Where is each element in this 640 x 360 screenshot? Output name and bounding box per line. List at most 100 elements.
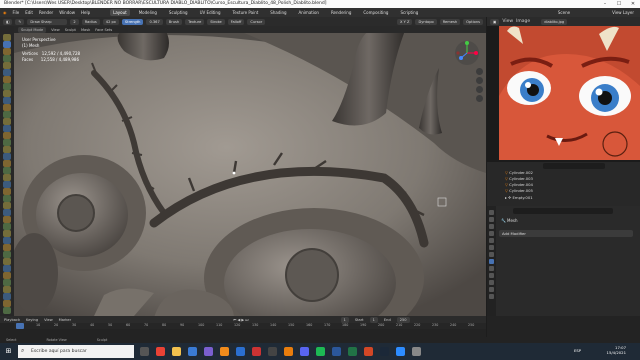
steam-icon[interactable] (380, 347, 389, 356)
minimize-icon[interactable]: – (598, 0, 612, 8)
add-modifier-button[interactable]: Add Modifier (499, 230, 633, 237)
menu-mask[interactable]: Mask (81, 28, 90, 32)
playback-menu[interactable]: Playback (4, 318, 20, 322)
workspace-tab-sculpting[interactable]: Sculpting (166, 9, 191, 16)
image-view-menu[interactable]: View (502, 19, 513, 24)
mesh-filter-icon[interactable] (3, 265, 11, 272)
close-icon[interactable]: ✕ (626, 0, 640, 8)
vlc-icon[interactable] (220, 347, 229, 356)
grab-brush-icon[interactable] (3, 139, 11, 146)
radius-field[interactable]: 42 px (102, 18, 119, 25)
language-indicator[interactable]: ESP (574, 348, 581, 353)
outliner-row[interactable]: ▽ Cylinder.005 (487, 188, 640, 194)
zoom-icon[interactable] (396, 347, 405, 356)
photoshop-icon[interactable] (236, 347, 245, 356)
windows-start-icon[interactable]: ⊞ (4, 347, 13, 356)
mail-icon[interactable] (188, 347, 197, 356)
physics-icon[interactable] (489, 273, 494, 278)
menu-view[interactable]: View (51, 28, 60, 32)
mode-selector[interactable]: Sculpt Mode (18, 26, 47, 33)
blender-logo-icon[interactable]: ◉ (3, 10, 7, 15)
maximize-icon[interactable]: ☐ (612, 0, 626, 8)
task-view-icon[interactable] (140, 347, 149, 356)
view-layer-icon[interactable] (489, 231, 494, 236)
world-props-icon[interactable] (489, 245, 494, 250)
modifier-props-icon[interactable] (489, 259, 494, 264)
powerpoint-icon[interactable] (364, 347, 373, 356)
workspace-tab-scripting[interactable]: Scripting (397, 9, 421, 16)
brush-count[interactable]: 2 (70, 18, 79, 25)
texture-menu[interactable]: Texture (185, 18, 205, 25)
viewport-3d[interactable] (14, 33, 486, 316)
image-filename[interactable]: diablito.jpg (541, 18, 568, 25)
workspace-tab-shading[interactable]: Shading (267, 9, 289, 16)
media-player-icon[interactable] (252, 347, 261, 356)
symmetry-xyz[interactable]: X Y Z (397, 18, 413, 25)
menu-file[interactable]: File (13, 10, 20, 15)
boundary-brush-icon[interactable] (3, 195, 11, 202)
cursor-menu[interactable]: Cursor (247, 18, 266, 25)
mask-by-color-icon[interactable] (3, 293, 11, 300)
tool-settings-icon[interactable] (489, 210, 494, 215)
word-icon[interactable] (332, 347, 341, 356)
grid-icon[interactable] (476, 95, 483, 102)
remesh-menu[interactable]: Remesh (439, 18, 461, 25)
menu-edit[interactable]: Edit (25, 10, 33, 15)
clay-brush-icon[interactable] (3, 48, 11, 55)
excel-icon[interactable] (348, 347, 357, 356)
data-props-icon[interactable] (489, 287, 494, 292)
flatten-brush-icon[interactable] (3, 104, 11, 111)
discord-icon[interactable] (300, 347, 309, 356)
simplify-brush-icon[interactable] (3, 209, 11, 216)
blender-icon[interactable] (284, 347, 293, 356)
annotate-icon[interactable] (3, 307, 11, 314)
crease-brush-icon[interactable] (3, 90, 11, 97)
marker-menu[interactable]: Marker (59, 318, 71, 322)
box-hide-icon[interactable] (3, 237, 11, 244)
line-project-icon[interactable] (3, 258, 11, 265)
clay-strips-icon[interactable] (3, 55, 11, 62)
end-frame-field[interactable]: 250 (396, 316, 410, 323)
navigation-gizmo[interactable] (454, 40, 480, 66)
strength-field[interactable]: 0.367 (146, 18, 163, 25)
zoom-icon[interactable] (476, 68, 483, 75)
properties-search-input[interactable] (513, 208, 613, 214)
constraints-icon[interactable] (489, 280, 494, 285)
keying-menu[interactable]: Keying (26, 318, 38, 322)
sculpt-tool-icon[interactable]: ✎ (15, 18, 25, 25)
workspace-tab-animation[interactable]: Animation (296, 9, 322, 16)
camera-icon[interactable] (476, 86, 483, 93)
scrape-brush-icon[interactable] (3, 118, 11, 125)
obs-icon[interactable] (268, 347, 277, 356)
brush-selector[interactable]: Draw Sharp (27, 18, 68, 25)
material-props-icon[interactable] (489, 294, 494, 299)
object-props-icon[interactable] (489, 252, 494, 257)
workspace-tab-rendering[interactable]: Rendering (328, 9, 354, 16)
menu-window[interactable]: Window (59, 10, 75, 15)
settings-icon[interactable] (412, 347, 421, 356)
dyntopo-menu[interactable]: Dyntopo (415, 18, 437, 25)
spotify-icon[interactable] (316, 347, 325, 356)
pinch-brush-icon[interactable] (3, 132, 11, 139)
editor-type-icon[interactable]: ◧ (3, 18, 13, 25)
current-frame-field[interactable]: 1 (340, 316, 349, 323)
file-explorer-icon[interactable] (172, 347, 181, 356)
workspace-tab-compositing[interactable]: Compositing (360, 9, 391, 16)
menu-render[interactable]: Render (39, 10, 53, 15)
outliner-row[interactable]: ▸ ✣ Empty.001 (487, 195, 640, 201)
scene-props-icon[interactable] (489, 238, 494, 243)
box-mask-icon[interactable] (3, 230, 11, 237)
particles-icon[interactable] (489, 266, 494, 271)
play-controls[interactable]: ⏮ ◀ ▶ ⏭ (233, 318, 248, 322)
image-menu[interactable]: Image (516, 19, 530, 24)
rotate-brush-icon[interactable] (3, 181, 11, 188)
pose-brush-icon[interactable] (3, 167, 11, 174)
menu-help[interactable]: Help (81, 10, 90, 15)
blob-brush-icon[interactable] (3, 83, 11, 90)
elastic-deform-icon[interactable] (3, 146, 11, 153)
fill-brush-icon[interactable] (3, 111, 11, 118)
outliner-search-input[interactable] (543, 163, 605, 169)
workspace-tab-layout[interactable]: Layout (110, 9, 130, 16)
playhead[interactable] (16, 323, 24, 329)
edit-face-set-icon[interactable] (3, 286, 11, 293)
